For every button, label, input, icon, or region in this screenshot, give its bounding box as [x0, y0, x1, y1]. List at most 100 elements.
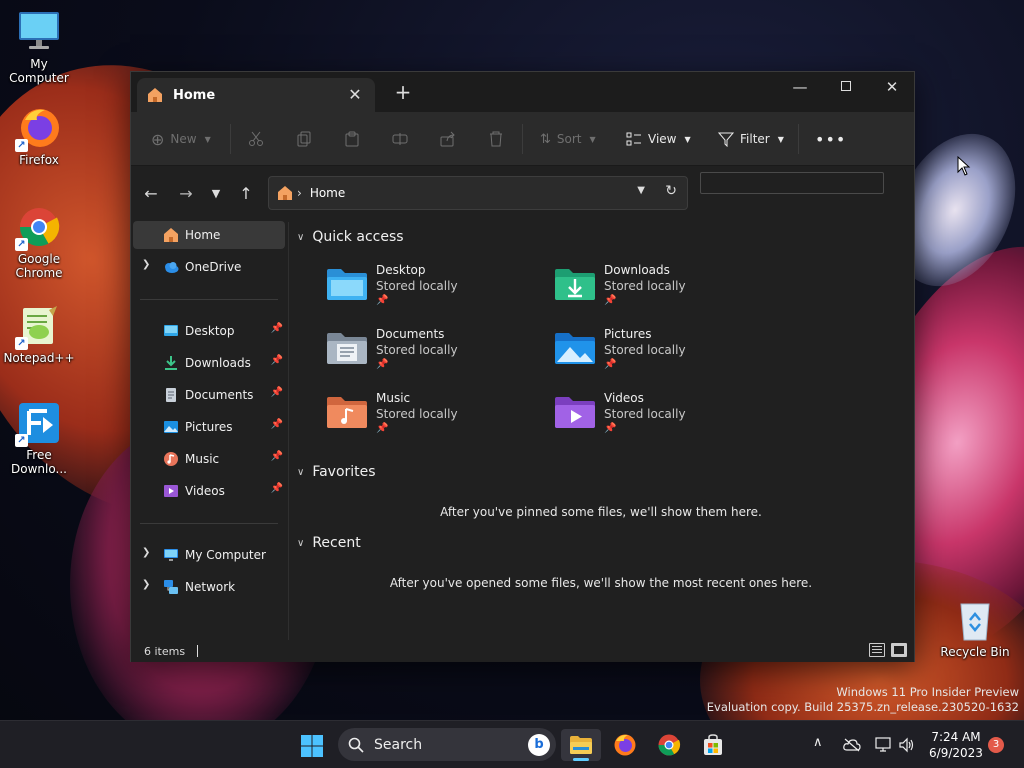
show-hidden-icons-chevron-up-icon[interactable]: ∧	[813, 735, 823, 750]
network-status-icon[interactable]	[875, 737, 893, 753]
volume-icon[interactable]	[899, 737, 915, 753]
tab-home[interactable]: Home ✕	[137, 78, 375, 112]
pin-icon: 📌	[604, 295, 617, 306]
address-bar[interactable]: › Home ▼ ↻	[268, 176, 688, 210]
view-button[interactable]: View ▼	[626, 127, 691, 151]
delete-button[interactable]	[488, 127, 504, 151]
nav-item-downloads[interactable]: Downloads 📌	[133, 349, 285, 377]
nav-item-documents[interactable]: Documents 📌	[133, 381, 285, 409]
taskbar-firefox[interactable]	[605, 729, 645, 761]
forward-button[interactable]: →	[174, 182, 198, 206]
nav-item-music[interactable]: Music 📌	[133, 445, 285, 473]
quick-access-pictures[interactable]: Pictures Stored locally 📌	[554, 327, 754, 381]
nav-item-my-computer[interactable]: ❯ My Computer	[133, 541, 285, 569]
picture-icon	[164, 421, 178, 433]
nav-item-videos[interactable]: Videos 📌	[133, 477, 285, 505]
tile-subtitle: Stored locally	[604, 343, 686, 357]
nav-item-network[interactable]: ❯ Network	[133, 573, 285, 601]
home-icon	[148, 88, 162, 102]
tile-subtitle: Stored locally	[604, 279, 686, 293]
search-icon	[348, 737, 364, 753]
filter-button[interactable]: Filter ▼	[718, 127, 784, 151]
pin-icon: 📌	[376, 295, 389, 306]
recent-locations-button[interactable]: ▼	[204, 182, 228, 206]
notepad-plus-plus-icon: ↗	[15, 304, 61, 350]
taskbar: Search b ∧ 7:24 AM 6/9/2023 3	[0, 720, 1024, 768]
title-bar[interactable]: Home ✕ + — ✕	[131, 72, 914, 112]
close-tab-icon[interactable]: ✕	[345, 85, 365, 105]
refresh-icon[interactable]: ↻	[665, 183, 677, 199]
recent-header[interactable]: ∨ Recent	[297, 535, 361, 551]
chevron-right-icon[interactable]: ❯	[142, 259, 150, 270]
nav-item-pictures[interactable]: Pictures 📌	[133, 413, 285, 441]
item-count: 6 items	[144, 644, 186, 658]
build-watermark: Windows 11 Pro Insider Preview Evaluatio…	[707, 685, 1019, 715]
copy-button[interactable]	[296, 127, 312, 151]
rename-button[interactable]	[392, 127, 408, 151]
quick-access-music[interactable]: Music Stored locally 📌	[326, 391, 526, 445]
favorites-header[interactable]: ∨ Favorites	[297, 464, 376, 480]
nav-item-home[interactable]: Home	[133, 221, 285, 249]
status-caret	[197, 645, 199, 657]
sort-button[interactable]: ⇅ Sort ▼	[540, 127, 596, 151]
new-button[interactable]: ⊕ New ▼	[151, 127, 211, 151]
desktop-icon-free-download-manager[interactable]: ↗ Free Downlo...	[1, 401, 77, 476]
bing-icon[interactable]: b	[528, 734, 550, 756]
quick-access-videos[interactable]: Videos Stored locally 📌	[554, 391, 754, 445]
quick-access-documents[interactable]: Documents Stored locally 📌	[326, 327, 526, 381]
onedrive-offline-icon[interactable]	[843, 738, 861, 752]
chevron-down-icon[interactable]: ▼	[637, 185, 645, 196]
nav-item-onedrive[interactable]: ❯ OneDrive	[133, 253, 285, 281]
watermark-line: Windows 11 Pro Insider Preview	[836, 685, 1019, 699]
desktop-icon-label: Free Downlo...	[11, 448, 67, 476]
taskbar-clock[interactable]: 7:24 AM 6/9/2023	[926, 729, 986, 761]
taskbar-chrome[interactable]	[649, 729, 689, 761]
search-input[interactable]	[700, 172, 884, 194]
desktop-icon-chrome[interactable]: ↗ Google Chrome	[1, 205, 77, 280]
trash-icon	[490, 131, 502, 147]
see-more-button[interactable]: •••	[815, 127, 846, 151]
plus-circle-icon: ⊕	[151, 129, 165, 149]
nav-item-label: Downloads	[185, 356, 251, 370]
paste-button[interactable]	[344, 127, 360, 151]
quick-access-header[interactable]: ∨ Quick access	[297, 229, 404, 245]
back-button[interactable]: ←	[139, 182, 163, 206]
pin-icon: 📌	[604, 423, 617, 434]
chevron-right-icon[interactable]: ❯	[142, 579, 150, 590]
tiles-view-icon	[894, 646, 904, 654]
up-button[interactable]: ↑	[234, 182, 258, 206]
nav-item-desktop[interactable]: Desktop 📌	[133, 317, 285, 345]
taskbar-search[interactable]: Search b	[338, 728, 556, 761]
pin-icon: 📌	[270, 419, 283, 430]
navigation-tree: Home ❯ OneDrive Desktop 📌 Downloads 📌 Do…	[130, 221, 288, 639]
section-title: Recent	[312, 535, 361, 551]
taskbar-microsoft-store[interactable]	[693, 729, 733, 761]
tile-name: Videos	[604, 391, 644, 405]
taskbar-file-explorer[interactable]	[561, 729, 601, 761]
share-button[interactable]	[440, 127, 456, 151]
pin-icon: 📌	[270, 483, 283, 494]
quick-access-downloads[interactable]: Downloads Stored locally 📌	[554, 263, 754, 317]
pin-icon: 📌	[270, 451, 283, 462]
chevron-right-icon[interactable]: ❯	[142, 547, 150, 558]
quick-access-desktop[interactable]: Desktop Stored locally 📌	[326, 263, 526, 317]
large-icons-view-button[interactable]	[891, 643, 907, 657]
tile-subtitle: Stored locally	[376, 343, 458, 357]
desktop-icon-firefox[interactable]: ↗ Firefox	[1, 106, 77, 167]
section-title: Favorites	[312, 464, 376, 480]
details-view-button[interactable]	[869, 643, 885, 657]
notification-badge[interactable]: 3	[988, 737, 1004, 753]
minimize-button[interactable]: —	[777, 72, 823, 102]
nav-divider	[140, 299, 278, 300]
toolbar-divider	[230, 124, 231, 154]
desktop-icon-my-computer[interactable]: My Computer	[1, 10, 77, 85]
maximize-button[interactable]	[823, 72, 869, 102]
desktop-icon-label: My Computer	[9, 57, 69, 85]
pin-icon: 📌	[270, 355, 283, 366]
desktop-icon-notepadpp[interactable]: ↗ Notepad++	[1, 304, 77, 365]
close-window-button[interactable]: ✕	[869, 72, 915, 102]
new-tab-icon[interactable]: +	[393, 82, 413, 102]
desktop-icon-recycle-bin[interactable]: Recycle Bin	[937, 598, 1013, 659]
windows-start-icon[interactable]	[300, 734, 324, 758]
cut-button[interactable]	[248, 127, 264, 151]
